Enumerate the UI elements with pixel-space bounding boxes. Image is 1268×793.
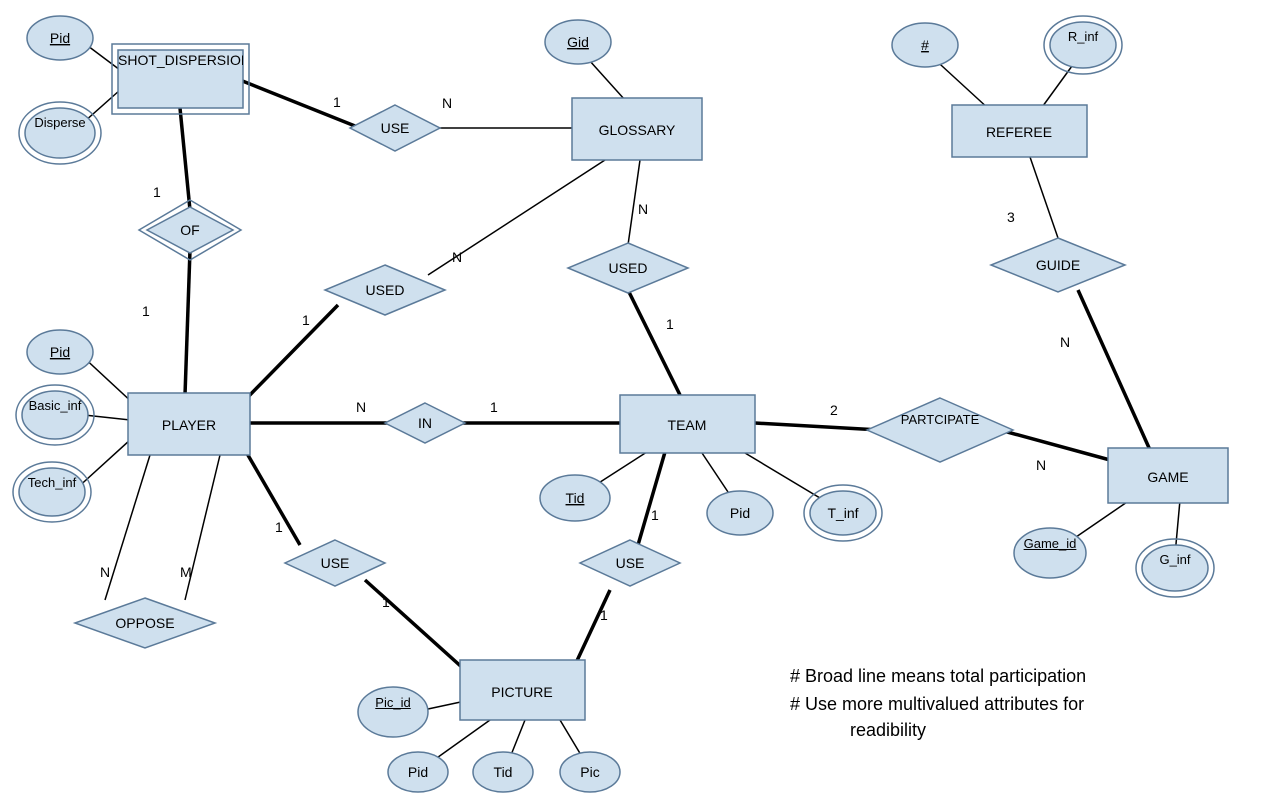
- card-sd-use: 1: [333, 94, 341, 110]
- entity-glossary: GLOSSARY: [572, 98, 702, 160]
- svg-text:TEAM: TEAM: [668, 417, 707, 433]
- svg-text:Pid: Pid: [730, 505, 750, 521]
- entity-referee: REFEREE: [952, 105, 1087, 157]
- card-pl-of: 1: [142, 303, 150, 319]
- card-pl-use-pic: 1: [275, 519, 283, 535]
- attr-gl-gid: Gid: [545, 20, 611, 64]
- svg-text:GUIDE: GUIDE: [1036, 257, 1080, 273]
- attr-pic-pic: Pic: [560, 752, 620, 792]
- svg-text:USED: USED: [366, 282, 405, 298]
- attr-tm-tinf: T_inf: [804, 485, 882, 541]
- svg-text:USE: USE: [616, 555, 645, 571]
- svg-text:USED: USED: [609, 260, 648, 276]
- svg-text:USE: USE: [381, 120, 410, 136]
- rel-of: OF: [139, 200, 241, 260]
- attr-pic-tid: Tid: [473, 752, 533, 792]
- card-pic-use-tm: 1: [600, 607, 608, 623]
- svg-text:USE: USE: [321, 555, 350, 571]
- svg-text:REFEREE: REFEREE: [986, 124, 1052, 140]
- rel-used-gl-tm: USED: [568, 243, 688, 293]
- attr-pic-id: Pic_id: [358, 687, 428, 737]
- rel-in: IN: [385, 403, 465, 443]
- attr-tm-tid: Tid: [540, 475, 610, 521]
- attr-pl-basic-inf: Basic_inf: [16, 385, 94, 445]
- card-tm-used: 1: [666, 316, 674, 332]
- attr-pic-pid: Pid: [388, 752, 448, 792]
- rel-used-pl-gl: USED: [325, 265, 445, 315]
- card-gl-used2: N: [638, 201, 648, 217]
- entity-game: GAME: [1108, 448, 1228, 503]
- card-gl-used1: N: [452, 249, 462, 265]
- attr-sd-disperse: Disperse: [19, 102, 101, 164]
- svg-text:OF: OF: [180, 222, 199, 238]
- entity-player: PLAYER: [128, 393, 250, 455]
- svg-text:GLOSSARY: GLOSSARY: [599, 122, 676, 138]
- card-pl-in: N: [356, 399, 366, 415]
- svg-text:Pic: Pic: [580, 764, 599, 780]
- entity-picture: PICTURE: [460, 660, 585, 720]
- card-pl-used: 1: [302, 312, 310, 328]
- svg-text:Pid: Pid: [50, 344, 70, 360]
- rel-use-sd-gl: USE: [350, 105, 440, 151]
- attr-ref-rinf: R_inf: [1044, 16, 1122, 74]
- rel-oppose: OPPOSE: [75, 598, 215, 648]
- svg-text:Tid: Tid: [494, 764, 513, 780]
- card-oppose-m: M: [180, 564, 192, 580]
- rel-use-tm-pic: USE: [580, 540, 680, 586]
- svg-text:GAME: GAME: [1147, 469, 1188, 485]
- svg-text:#: #: [921, 37, 929, 53]
- card-gm-guide: N: [1060, 334, 1070, 350]
- card-ref-guide: 3: [1007, 209, 1015, 225]
- card-gl-use: N: [442, 95, 452, 111]
- er-diagram: 1 N 1 1 1 N N 1 N 1 N M 1 1 1 1 2 N 3 N …: [0, 0, 1268, 793]
- attr-ref-num: #: [892, 23, 958, 67]
- entity-shot-dispersion: SHOT_DISPERSION: [112, 44, 249, 114]
- card-oppose-n: N: [100, 564, 110, 580]
- card-tm-part: 2: [830, 402, 838, 418]
- rel-guide: GUIDE: [991, 238, 1125, 292]
- svg-text:PLAYER: PLAYER: [162, 417, 216, 433]
- attr-pl-pid: Pid: [27, 330, 93, 374]
- note-line2: # Use more multivalued attributes for: [790, 694, 1084, 714]
- svg-text:T_inf: T_inf: [827, 505, 858, 521]
- rel-use-pl-pic: USE: [285, 540, 385, 586]
- svg-text:IN: IN: [418, 415, 432, 431]
- attr-gm-id: Game_id: [1014, 528, 1086, 578]
- card-gm-part: N: [1036, 457, 1046, 473]
- svg-text:Tid: Tid: [566, 490, 585, 506]
- attr-sd-pid: Pid: [27, 16, 93, 60]
- svg-text:PICTURE: PICTURE: [491, 684, 552, 700]
- svg-text:OPPOSE: OPPOSE: [115, 615, 174, 631]
- svg-text:Pid: Pid: [408, 764, 428, 780]
- svg-text:Pid: Pid: [50, 30, 70, 46]
- card-tm-use-pic: 1: [651, 507, 659, 523]
- attr-pl-tech-inf: Tech_inf: [13, 462, 91, 522]
- note-line3: readibility: [850, 720, 926, 740]
- note-line1: # Broad line means total participation: [790, 666, 1086, 686]
- entity-team: TEAM: [620, 395, 755, 453]
- rel-participate: PARTCIPATE: [867, 398, 1013, 462]
- attr-tm-pid: Pid: [707, 491, 773, 535]
- card-tm-in: 1: [490, 399, 498, 415]
- attr-gm-ginf: G_inf: [1136, 539, 1214, 597]
- svg-text:Gid: Gid: [567, 34, 589, 50]
- card-sd-of: 1: [153, 184, 161, 200]
- card-pic-use-pl: 1: [382, 594, 390, 610]
